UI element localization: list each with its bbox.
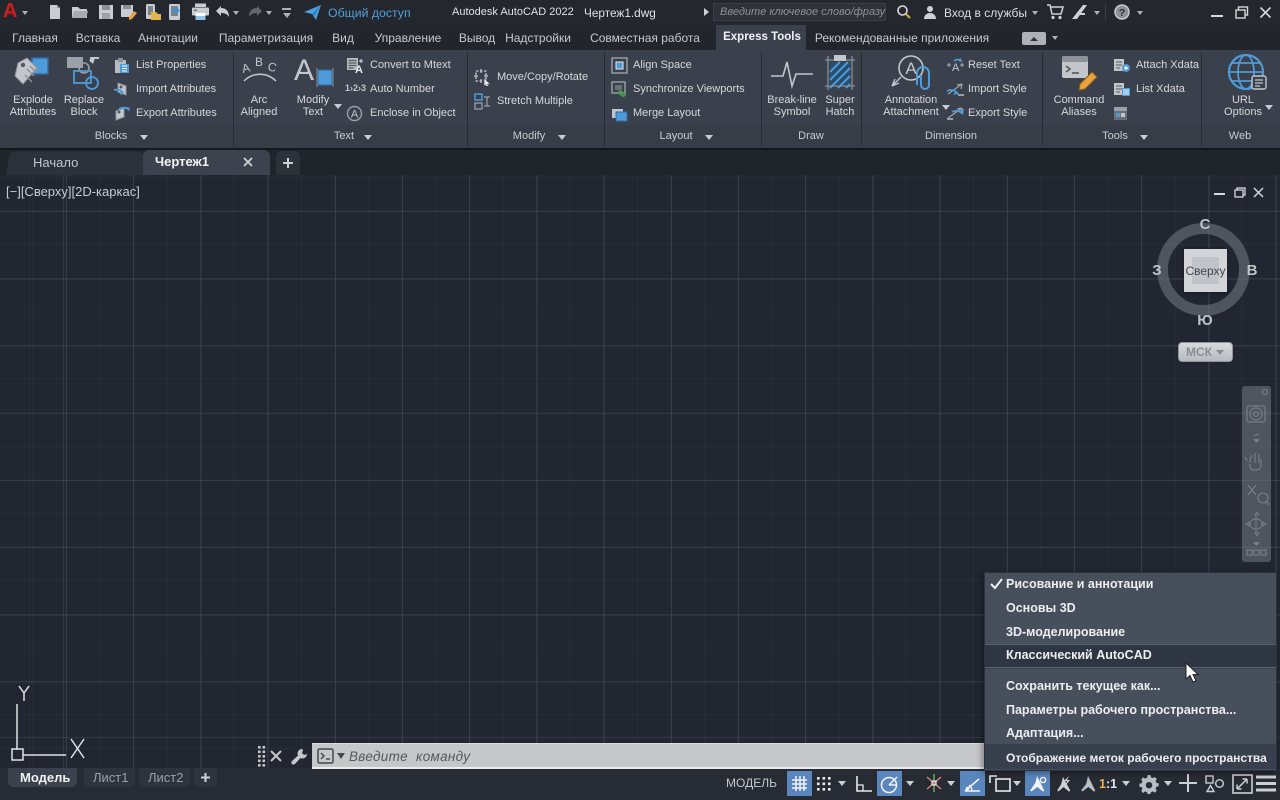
svg-text:C: C	[266, 59, 278, 75]
svg-text:A: A	[294, 54, 314, 87]
svg-text:A: A	[240, 60, 251, 76]
svg-text:A: A	[351, 109, 359, 121]
svg-text:?: ?	[1119, 7, 1125, 19]
svg-text:A: A	[952, 62, 960, 74]
svg-text:B: B	[255, 57, 263, 69]
svg-text:A: A	[355, 64, 363, 74]
svg-text:A: A	[905, 59, 917, 78]
